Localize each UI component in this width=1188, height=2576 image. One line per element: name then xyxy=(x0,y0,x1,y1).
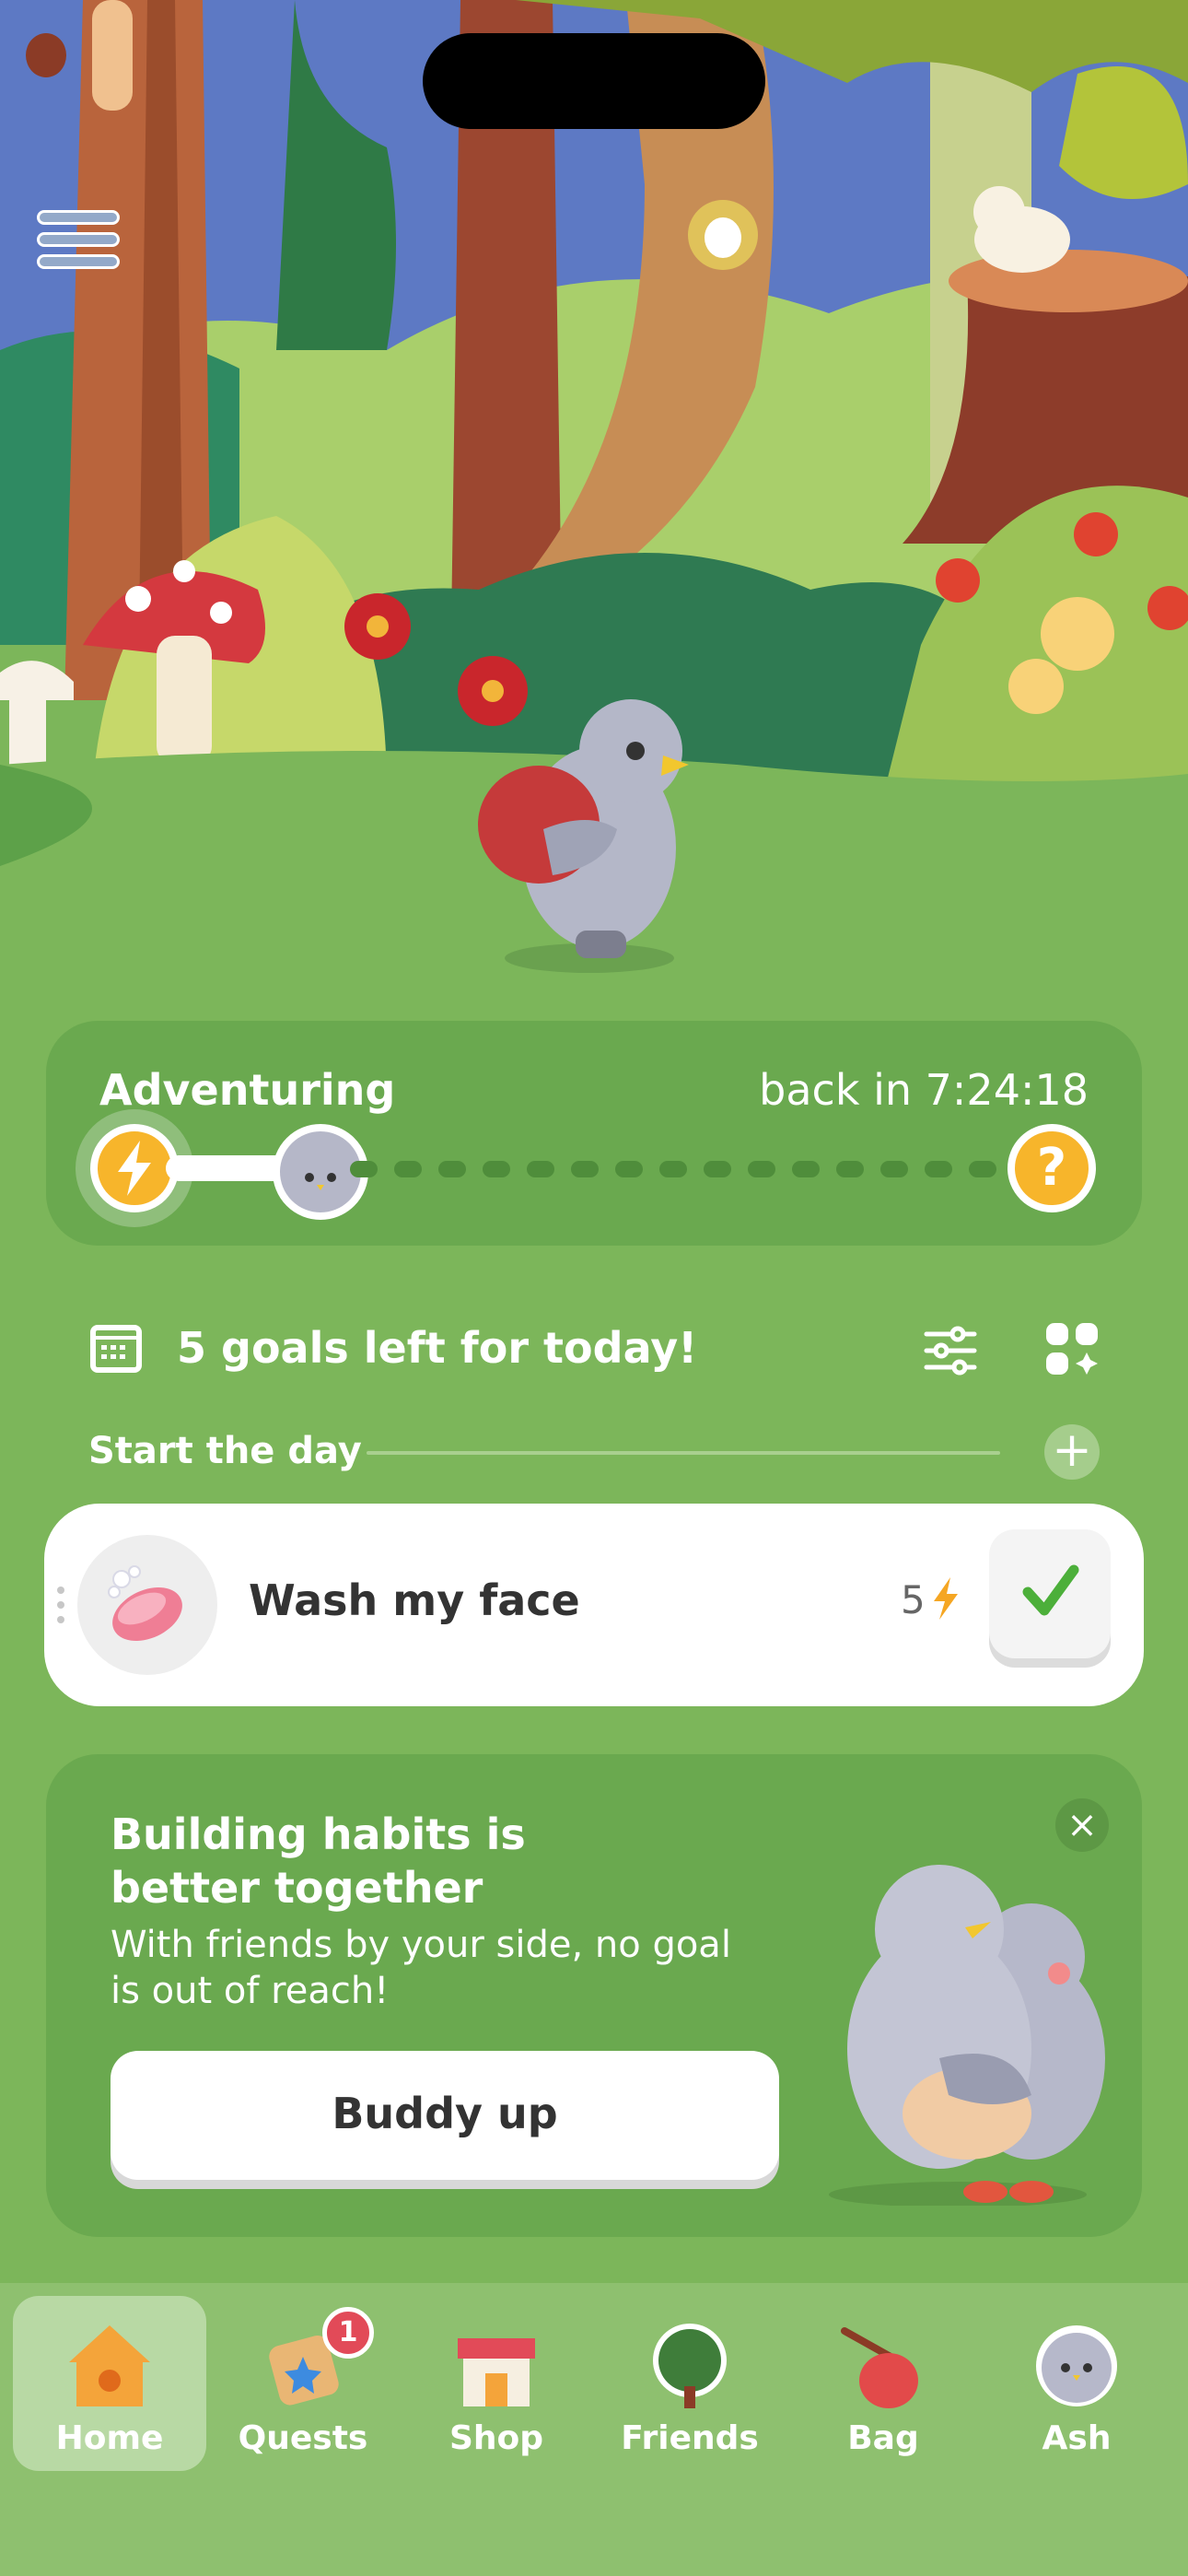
section-label: Start the day xyxy=(88,1430,362,1472)
bottom-tab-bar: Home 1 Quests Shop Friends Bag Ash xyxy=(0,2283,1188,2576)
calendar-icon xyxy=(90,1325,142,1373)
goals-left-heading: 5 goals left for today! xyxy=(177,1323,698,1373)
progress-dot xyxy=(969,1161,996,1177)
tab-label: Quests xyxy=(238,2419,368,2457)
progress-dot xyxy=(836,1161,864,1177)
tab-shop[interactable]: Shop xyxy=(400,2296,593,2471)
progress-dot xyxy=(438,1161,466,1177)
tab-label: Ash xyxy=(1042,2419,1112,2457)
tab-label: Friends xyxy=(621,2419,759,2457)
progress-dot xyxy=(704,1161,731,1177)
progress-dot xyxy=(880,1161,908,1177)
promo-body: With friends by your side, no goal is ou… xyxy=(111,1924,731,2012)
house-icon xyxy=(64,2320,156,2412)
progress-dot xyxy=(615,1161,643,1177)
pigeon-avatar-icon xyxy=(1031,2320,1123,2412)
progress-dot xyxy=(527,1161,554,1177)
widgets-grid-icon[interactable] xyxy=(1044,1321,1101,1378)
bag-icon xyxy=(837,2320,929,2412)
buddy-promo-card: Building habits is better together With … xyxy=(46,1754,1142,2237)
progress-dot xyxy=(792,1161,820,1177)
tab-profile-ash[interactable]: Ash xyxy=(980,2296,1173,2471)
progress-dot xyxy=(748,1161,775,1177)
tab-quests[interactable]: 1 Quests xyxy=(206,2296,400,2471)
tab-label: Shop xyxy=(448,2419,544,2457)
goal-points: 5 xyxy=(901,1577,926,1622)
checkmark-icon xyxy=(1022,1564,1079,1616)
goal-item[interactable]: Wash my face 5 xyxy=(44,1504,1144,1706)
buddy-up-button[interactable]: Buddy up xyxy=(111,2051,779,2180)
tab-label: Home xyxy=(55,2419,164,2457)
progress-dot xyxy=(394,1161,422,1177)
adventure-title: Adventuring xyxy=(99,1065,396,1115)
progress-dot xyxy=(571,1161,599,1177)
section-start-the-day: Start the day + xyxy=(0,1419,1188,1483)
tab-friends[interactable]: Friends xyxy=(593,2296,786,2471)
shop-icon xyxy=(450,2320,542,2412)
promo-title: Building habits is better together xyxy=(111,1809,526,1913)
goals-header: 5 goals left for today! xyxy=(0,1308,1188,1391)
hugging-pigeons-illustration xyxy=(810,1819,1124,2207)
drag-handle-icon[interactable] xyxy=(57,1587,66,1627)
goal-name: Wash my face xyxy=(249,1575,580,1625)
mystery-reward-icon[interactable]: ? xyxy=(1007,1124,1096,1212)
tab-home[interactable]: Home xyxy=(13,2296,206,2471)
menu-button[interactable] xyxy=(37,210,120,271)
tab-label: Bag xyxy=(847,2419,919,2457)
tab-bag[interactable]: Bag xyxy=(786,2296,980,2471)
filter-sliders-icon[interactable] xyxy=(923,1323,978,1378)
add-goal-button[interactable]: + xyxy=(1044,1424,1100,1480)
soap-icon xyxy=(77,1535,217,1675)
progress-dot xyxy=(925,1161,952,1177)
adventure-timer: back in 7:24:18 xyxy=(759,1065,1089,1115)
progress-dot xyxy=(350,1161,378,1177)
complete-goal-button[interactable] xyxy=(989,1529,1111,1658)
progress-dot xyxy=(483,1161,510,1177)
adventure-card[interactable]: Adventuring back in 7:24:18 ? xyxy=(46,1021,1142,1246)
progress-dot xyxy=(659,1161,687,1177)
quests-badge: 1 xyxy=(322,2307,374,2359)
device-notch xyxy=(423,33,765,129)
forest-illustration xyxy=(0,0,1188,1004)
section-divider xyxy=(367,1451,1000,1455)
tree-icon xyxy=(644,2320,736,2412)
energy-bolt-icon xyxy=(930,1575,961,1622)
menu-icon xyxy=(37,210,120,225)
forest-scene xyxy=(0,0,1188,1004)
